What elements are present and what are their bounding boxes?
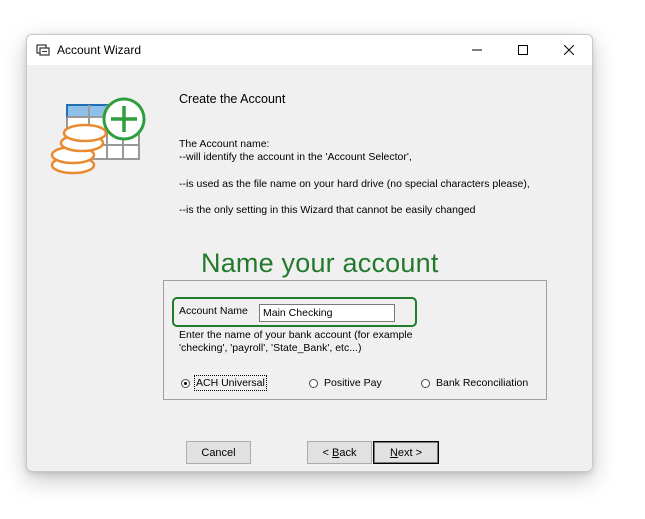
radio-button[interactable] <box>309 378 318 388</box>
account-name-label: Account Name <box>179 305 248 317</box>
cancel-button-label: Cancel <box>201 446 236 459</box>
title-bar: Account Wizard <box>27 35 592 65</box>
cancel-button[interactable]: Cancel <box>186 441 251 464</box>
account-name-hint: 'checking', 'payroll', 'State_Bank', etc… <box>179 342 362 354</box>
window-title: Account Wizard <box>57 43 142 57</box>
radio-bank-reconciliation[interactable]: Bank Reconciliation <box>421 377 528 389</box>
radio-label: Positive Pay <box>324 377 382 389</box>
radio-button-checked[interactable] <box>181 378 190 388</box>
wizard-content: Create the Account The Account name: --w… <box>27 65 592 471</box>
account-wizard-icon <box>36 44 50 56</box>
next-button-label: ext > <box>397 446 423 459</box>
account-name-input[interactable] <box>259 304 395 322</box>
minimize-button[interactable] <box>454 35 500 65</box>
back-button[interactable]: < Back <box>307 441 372 464</box>
name-your-account-callout: Name your account <box>201 248 439 278</box>
radio-ach-universal[interactable]: ACH Universal <box>181 375 267 391</box>
minimize-icon <box>472 49 482 51</box>
account-settings-group: Account Name Enter the name of your bank… <box>163 280 547 400</box>
radio-label: ACH Universal <box>194 375 267 391</box>
description-line: --will identify the account in the 'Acco… <box>179 151 412 163</box>
account-name-hint: Enter the name of your bank account (for… <box>179 329 413 341</box>
close-button[interactable] <box>546 35 592 65</box>
page-heading: Create the Account <box>179 92 286 106</box>
radio-positive-pay[interactable]: Positive Pay <box>309 377 382 389</box>
next-button[interactable]: Next > <box>373 441 439 464</box>
account-ledger-coins-icon <box>50 97 146 175</box>
description-line: --is the only setting in this Wizard tha… <box>179 204 476 216</box>
description-line: --is used as the file name on your hard … <box>179 178 530 190</box>
back-button-prefix: < <box>322 446 332 459</box>
radio-button[interactable] <box>421 378 430 388</box>
close-icon <box>564 45 574 55</box>
maximize-icon <box>518 45 528 55</box>
back-button-accesskey: B <box>332 446 340 459</box>
next-button-accesskey: N <box>389 446 398 459</box>
back-button-label: ack <box>339 446 357 459</box>
account-wizard-window: Account Wizard Create the Account The Ac… <box>26 34 593 472</box>
radio-label: Bank Reconciliation <box>436 377 529 389</box>
description-line: The Account name: <box>179 138 270 150</box>
maximize-button[interactable] <box>500 35 546 65</box>
